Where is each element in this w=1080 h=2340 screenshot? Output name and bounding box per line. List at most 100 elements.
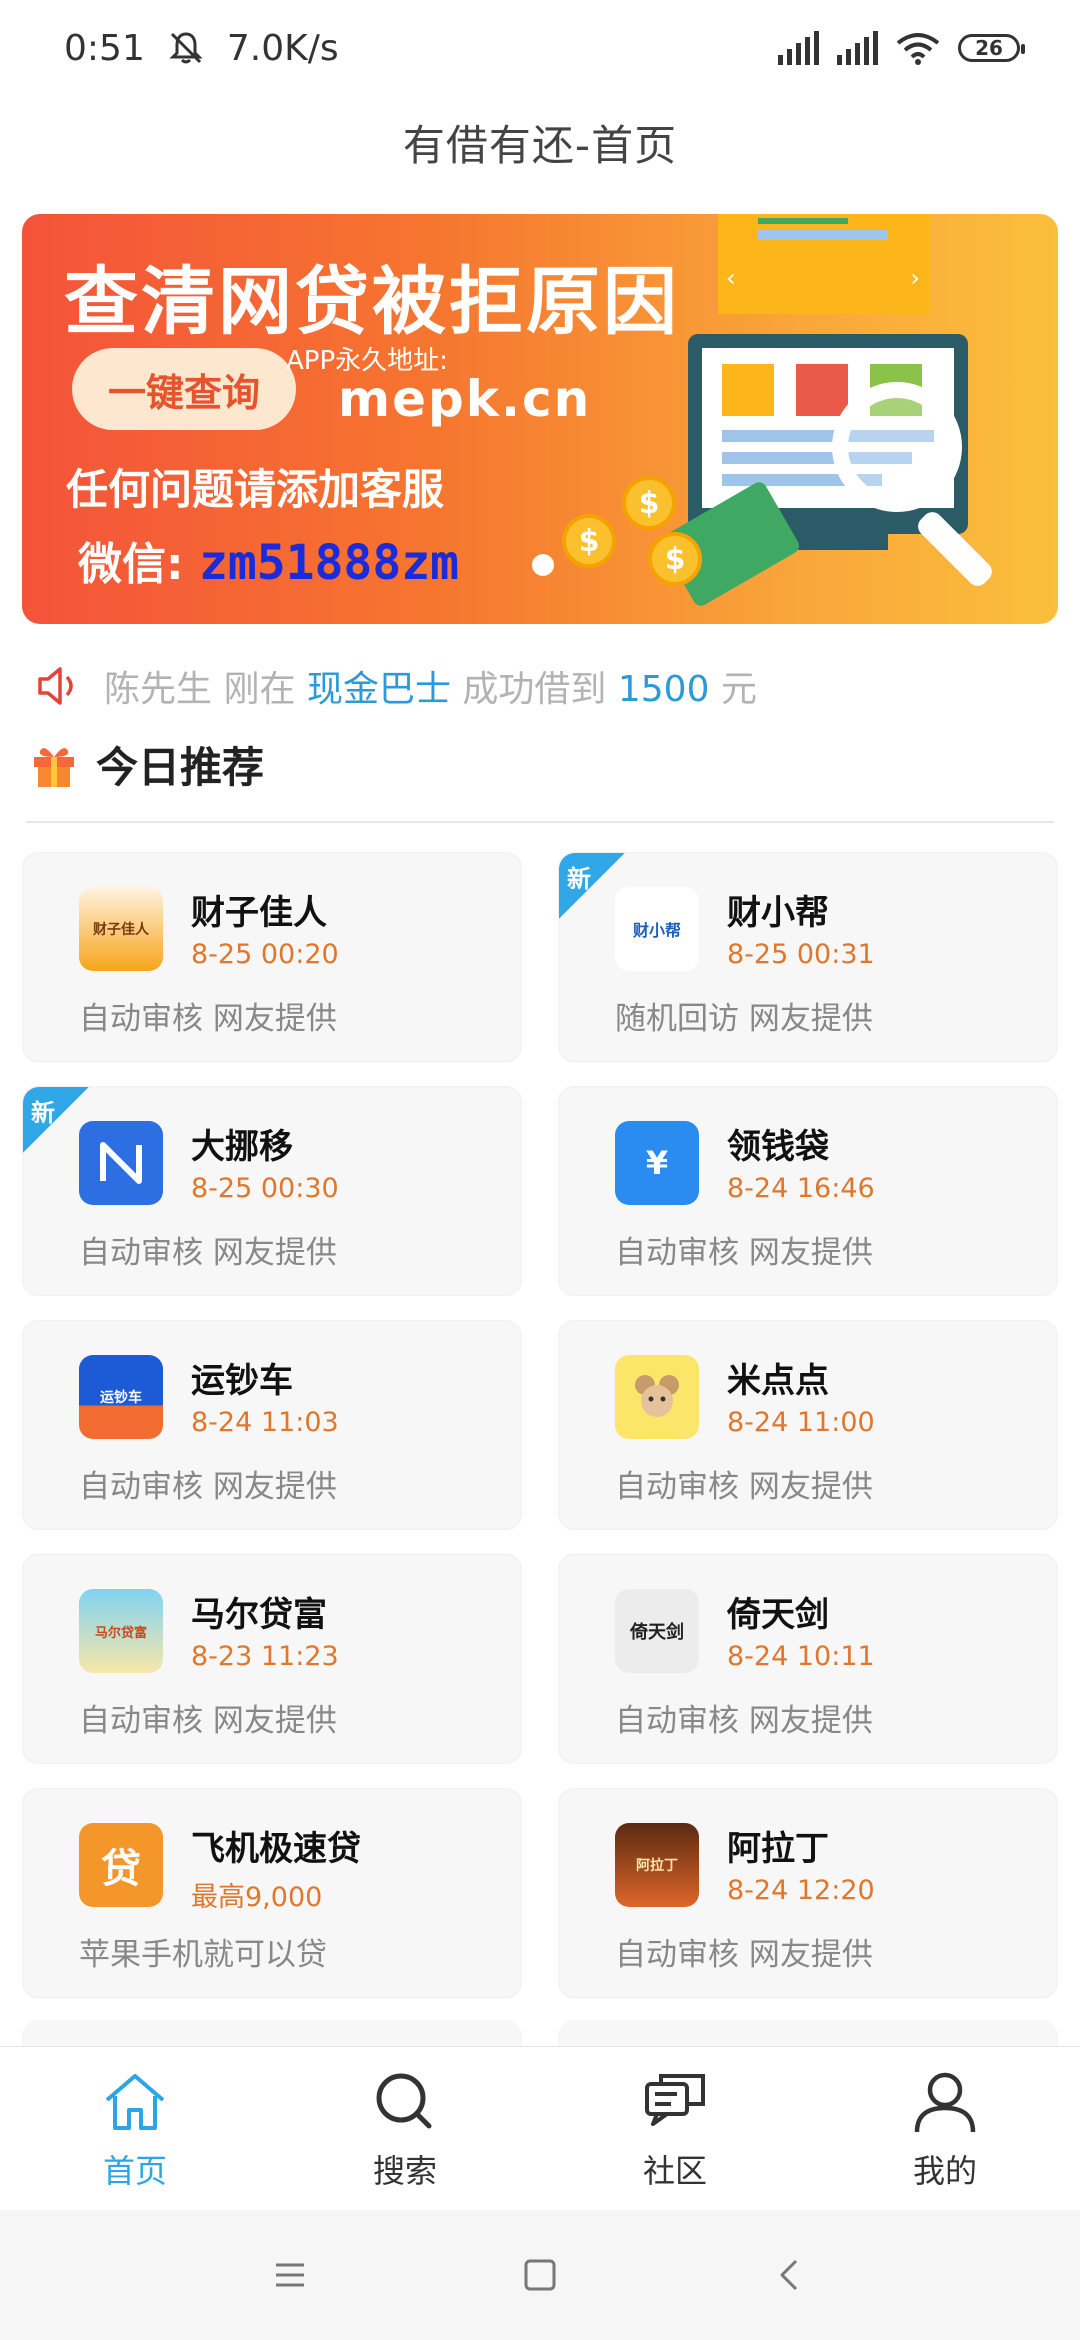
product-card[interactable]: 新大挪移 8-25 00:30 自动审核 网友提供 bbox=[22, 1086, 522, 1296]
browser-illustration: ‹ › bbox=[718, 214, 930, 314]
product-name: 大挪移 bbox=[191, 1127, 293, 1167]
section-title: 今日推荐 bbox=[96, 743, 265, 792]
money-bag-app-icon: ¥ bbox=[615, 1121, 699, 1205]
ticker-unit: 元 bbox=[720, 669, 757, 710]
nav-item-community[interactable]: 社区 bbox=[540, 2047, 810, 2211]
app-icon-text: 贷 bbox=[101, 1846, 141, 1892]
product-description: 自动审核 网友提供 bbox=[615, 1703, 873, 1739]
product-name: 马尔贷富 bbox=[191, 1595, 327, 1635]
chat-icon bbox=[645, 2074, 705, 2126]
new-badge-label: 新 bbox=[31, 1099, 55, 1127]
product-time: 8-25 00:20 bbox=[191, 939, 339, 970]
nav-label-community: 社区 bbox=[642, 2152, 707, 2190]
banner-support-line: 任何问题请添加客服 bbox=[66, 465, 445, 514]
status-time: 0:51 bbox=[64, 27, 145, 69]
menu-icon[interactable] bbox=[270, 2255, 310, 2295]
divider bbox=[26, 821, 1054, 823]
product-description: 苹果手机就可以贷 bbox=[79, 1937, 327, 1973]
nav-item-home[interactable]: 首页 bbox=[0, 2047, 270, 2211]
status-right: 26 bbox=[778, 31, 1025, 65]
page-title: 有借有还-首页 bbox=[402, 121, 678, 170]
speaker-icon bbox=[38, 667, 73, 705]
app-icon-text: 倚天剑 bbox=[630, 1622, 684, 1643]
product-card[interactable]: ¥ 领钱袋 8-24 16:46 自动审核 网友提供 bbox=[558, 1086, 1058, 1296]
section-header: 今日推荐 bbox=[30, 734, 264, 795]
loan-ticker: 陈先生 刚在 现金巴士 成功借到 1500 元 bbox=[36, 658, 757, 714]
product-card[interactable]: 阿拉丁 阿拉丁 8-24 12:20 自动审核 网友提供 bbox=[558, 1788, 1058, 1998]
ticker-action: 成功借到 bbox=[462, 669, 607, 710]
signal-2-icon bbox=[837, 31, 878, 65]
gift-icon bbox=[34, 747, 74, 787]
product-description: 自动审核 网友提供 bbox=[615, 1937, 873, 1973]
product-name: 财小帮 bbox=[727, 893, 829, 933]
calligraphy-app-icon: 倚天剑 bbox=[615, 1589, 699, 1673]
product-card[interactable]: 财子佳人 财子佳人 8-25 00:20 自动审核 网友提供 bbox=[22, 852, 522, 1062]
app-icon-text: ¥ bbox=[645, 1144, 669, 1182]
coin-icon: $ bbox=[562, 514, 616, 568]
product-time: 8-24 11:00 bbox=[727, 1407, 875, 1438]
product-card[interactable]: 米点点 8-24 11:00 自动审核 网友提供 bbox=[558, 1320, 1058, 1530]
signal-1-icon bbox=[778, 31, 819, 65]
product-time: 8-24 10:11 bbox=[727, 1641, 875, 1672]
product-name: 财子佳人 bbox=[191, 893, 327, 933]
caixiaobang-app-icon: 财小帮 bbox=[615, 887, 699, 971]
battery-icon: 26 bbox=[958, 34, 1025, 62]
app-icon-text: 财小帮 bbox=[632, 921, 681, 940]
system-nav-bar bbox=[0, 2210, 1080, 2340]
product-description: 自动审核 网友提供 bbox=[79, 1469, 337, 1505]
product-card[interactable]: 新财小帮 财小帮 8-25 00:31 随机回访 网友提供 bbox=[558, 852, 1058, 1062]
promo-banner[interactable]: ‹ › $ $ $ 查清网贷被拒原因 一键查询 APP永久地址: mepk.cn… bbox=[22, 214, 1058, 624]
banner-wechat-line: 微信: zm51888zm bbox=[78, 528, 459, 592]
product-card[interactable]: 马尔贷富 马尔贷富 8-23 11:23 自动审核 网友提供 bbox=[22, 1554, 522, 1764]
dai-app-icon: 贷 bbox=[79, 1823, 163, 1907]
new-badge-label: 新 bbox=[567, 865, 591, 893]
nav-item-search[interactable]: 搜索 bbox=[270, 2047, 540, 2211]
ticker-amount: 1500 bbox=[617, 669, 710, 710]
battery-level: 26 bbox=[975, 36, 1003, 60]
product-card[interactable]: 贷 飞机极速贷 最高9,000 苹果手机就可以贷 bbox=[22, 1788, 522, 1998]
product-description: 自动审核 网友提供 bbox=[79, 1703, 337, 1739]
product-description: 自动审核 网友提供 bbox=[79, 1235, 337, 1271]
ticker-verb: 刚在 bbox=[223, 669, 296, 710]
product-time: 8-25 00:30 bbox=[191, 1173, 339, 1204]
banner-wechat-id: zm51888zm bbox=[198, 535, 460, 591]
coin-icon: $ bbox=[622, 476, 676, 530]
back-icon[interactable] bbox=[770, 2255, 810, 2295]
banner-headline: 查清网贷被拒原因 bbox=[64, 259, 680, 345]
nav-label-search: 搜索 bbox=[372, 2152, 437, 2190]
caizi-app-icon: 财子佳人 bbox=[79, 887, 163, 971]
home-square-icon[interactable] bbox=[520, 2255, 560, 2295]
user-icon bbox=[914, 2072, 976, 2133]
product-time: 8-23 11:23 bbox=[191, 1641, 339, 1672]
app-icon-text: 马尔贷富 bbox=[94, 1625, 147, 1641]
nav-label-me: 我的 bbox=[912, 2152, 977, 2190]
product-name: 米点点 bbox=[727, 1361, 829, 1401]
mute-bell-icon bbox=[169, 32, 203, 64]
coin-icon: $ bbox=[648, 532, 702, 586]
network-speed: 7.0K/s bbox=[226, 27, 339, 69]
carousel-dot[interactable] bbox=[532, 554, 554, 576]
palm-app-icon: 马尔贷富 bbox=[79, 1589, 163, 1673]
product-name: 运钞车 bbox=[191, 1361, 293, 1401]
product-grid: 财子佳人 财子佳人 8-25 00:20 自动审核 网友提供新财小帮 财小帮 8-25 0… bbox=[22, 852, 1058, 1998]
nav-item-me[interactable]: 我的 bbox=[810, 2047, 1080, 2211]
nav-label-home: 首页 bbox=[102, 2152, 167, 2190]
product-name: 阿拉丁 bbox=[727, 1829, 829, 1869]
app-icon-text: 阿拉丁 bbox=[636, 1858, 678, 1874]
product-description: 自动审核 网友提供 bbox=[79, 1001, 337, 1037]
bottom-nav: 首页 搜索 社区 我的 bbox=[0, 2046, 1080, 2211]
product-name: 领钱袋 bbox=[727, 1127, 829, 1167]
product-card[interactable]: 倚天剑 倚天剑 8-24 10:11 自动审核 网友提供 bbox=[558, 1554, 1058, 1764]
mouse-app-icon bbox=[615, 1355, 699, 1439]
product-time: 8-25 00:31 bbox=[727, 939, 875, 970]
product-card[interactable]: 运钞车 运钞车 8-24 11:03 自动审核 网友提供 bbox=[22, 1320, 522, 1530]
danuoyi-app-icon bbox=[79, 1121, 163, 1205]
product-description: 自动审核 网友提供 bbox=[615, 1235, 873, 1271]
product-time: 8-24 12:20 bbox=[727, 1875, 875, 1906]
ticker-name: 陈先生 bbox=[104, 669, 213, 710]
wifi-icon bbox=[896, 33, 940, 65]
one-click-query-button[interactable]: 一键查询 bbox=[72, 348, 296, 430]
product-description: 随机回访 网友提供 bbox=[615, 1001, 873, 1037]
product-time: 8-24 16:46 bbox=[727, 1173, 875, 1204]
product-name: 倚天剑 bbox=[727, 1595, 829, 1635]
